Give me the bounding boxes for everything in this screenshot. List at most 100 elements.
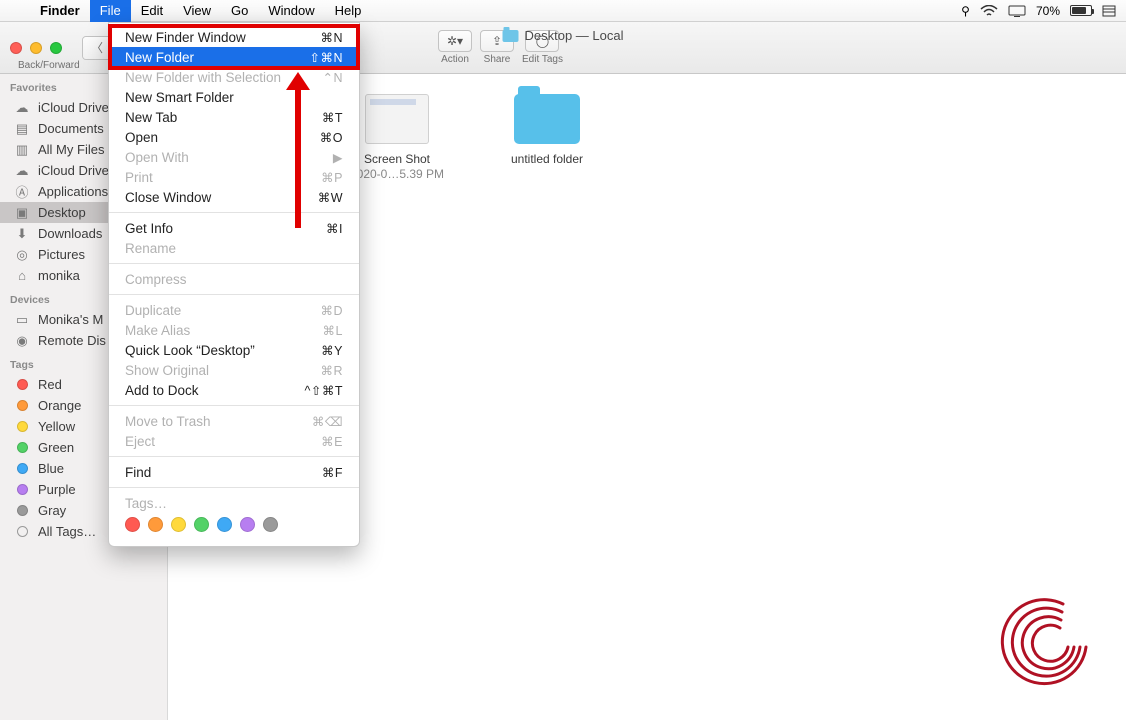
menu-help[interactable]: Help <box>325 0 372 22</box>
menubar-status: ⚲ 70% <box>961 4 1126 18</box>
menu-item-open[interactable]: Open ⌘O <box>109 127 359 147</box>
fullscreen-button[interactable] <box>50 42 62 54</box>
menu-item-find[interactable]: Find ⌘F <box>109 462 359 482</box>
sidebar-item-label: Red <box>38 377 62 392</box>
apps-icon: Ⓐ <box>14 185 30 199</box>
laptop-icon: ▭ <box>14 313 30 327</box>
files-icon: ▥ <box>14 143 30 157</box>
menu-item-shortcut: ⌘T <box>322 110 343 125</box>
menu-item-add-to-dock[interactable]: Add to Dock^⇧⌘T <box>109 380 359 400</box>
window-title-text: Desktop — Local <box>525 28 624 43</box>
sidebar-item-label: iCloud Drive <box>38 100 109 115</box>
minimize-button[interactable] <box>30 42 42 54</box>
sidebar-item-label: Green <box>38 440 74 455</box>
sidebar-item-label: Monika's M <box>38 312 103 327</box>
menu-item-label: Make Alias <box>125 323 190 338</box>
battery-icon[interactable] <box>1070 5 1092 16</box>
menu-item-label: Move to Trash <box>125 414 211 429</box>
wifi-icon[interactable] <box>980 5 998 17</box>
annotation-highlight-box <box>108 24 360 70</box>
sidebar-item-label: Downloads <box>38 226 102 241</box>
menu-item-label: Tags… <box>125 496 167 511</box>
tag-color[interactable] <box>171 517 186 532</box>
sidebar-item-label: All My Files <box>38 142 104 157</box>
tag-dot-icon <box>14 399 30 413</box>
action-label: Action <box>441 54 469 65</box>
app-name[interactable]: Finder <box>30 3 90 18</box>
sidebar-item-label: Documents <box>38 121 104 136</box>
tag-dot-icon <box>14 420 30 434</box>
sidebar-item-label: Pictures <box>38 247 85 262</box>
menu-item-label: Eject <box>125 434 155 449</box>
tag-color[interactable] <box>148 517 163 532</box>
menu-item-shortcut: ⌘I <box>326 221 343 236</box>
menu-item-label: Duplicate <box>125 303 181 318</box>
menu-item-label: Quick Look “Desktop” <box>125 343 255 358</box>
pic-icon: ◎ <box>14 248 30 262</box>
menu-view[interactable]: View <box>173 0 221 22</box>
sidebar-item-label: Yellow <box>38 419 75 434</box>
sidebar-item-label: Blue <box>38 461 64 476</box>
menu-window[interactable]: Window <box>258 0 324 22</box>
sidebar-item-label: Applications <box>38 184 108 199</box>
tag-color[interactable] <box>240 517 255 532</box>
menu-item-new-tab[interactable]: New Tab⌘T <box>109 107 359 127</box>
menu-item-get-info[interactable]: Get Info ⌘I <box>109 218 359 238</box>
cloud-icon: ☁︎ <box>14 101 30 115</box>
menu-item-duplicate: Duplicate ⌘D <box>109 300 359 320</box>
display-icon[interactable] <box>1008 5 1026 17</box>
menu-item-show-original: Show Original ⌘R <box>109 360 359 380</box>
menu-item-label: Find <box>125 465 151 480</box>
file-menu-dropdown: New Finder Window⌘NNew Folder⇧⌘NNew Fold… <box>108 22 360 547</box>
menu-item-make-alias: Make Alias⌘L <box>109 320 359 340</box>
folder-icon <box>503 30 519 42</box>
menu-item-shortcut: ⌘Y <box>321 343 343 358</box>
menu-item-new-smart-folder[interactable]: New Smart Folder <box>109 87 359 107</box>
menu-item-eject: Eject⌘E <box>109 431 359 451</box>
window-title: Desktop — Local <box>503 28 624 43</box>
nav-label: Back/Forward <box>18 60 80 71</box>
tag-dot-icon <box>14 483 30 497</box>
menu-item-shortcut: ⌘F <box>322 465 343 480</box>
file-item[interactable]: untitled folder <box>492 94 602 167</box>
battery-percent: 70% <box>1036 4 1060 18</box>
menu-item-tags-: Tags… <box>109 493 359 513</box>
menu-file[interactable]: File <box>90 0 131 22</box>
system-menubar: Finder FileEditViewGoWindowHelp ⚲ 70% <box>0 0 1126 22</box>
menu-item-label: Get Info <box>125 221 173 236</box>
menu-edit[interactable]: Edit <box>131 0 173 22</box>
tag-dot-icon <box>14 525 30 539</box>
bluetooth-icon[interactable]: ⚲ <box>961 4 970 18</box>
back-button[interactable]: 〈 <box>83 37 111 59</box>
close-button[interactable] <box>10 42 22 54</box>
menu-item-compress: Compress <box>109 269 359 289</box>
action-button[interactable]: ✲▾ <box>438 30 472 52</box>
watermark-logo <box>998 592 1098 692</box>
down-icon: ⬇︎ <box>14 227 30 241</box>
menu-item-shortcut: ^⇧⌘T <box>305 383 343 398</box>
menu-item-close-window[interactable]: Close Window⌘W <box>109 187 359 207</box>
menu-item-label: Show Original <box>125 363 209 378</box>
menu-item-label: Open With <box>125 150 189 165</box>
menu-go[interactable]: Go <box>221 0 258 22</box>
edit-tags-label: Edit Tags <box>522 54 563 65</box>
tag-color[interactable] <box>194 517 209 532</box>
menu-item-rename: Rename <box>109 238 359 258</box>
menu-item-shortcut: ⌘R <box>320 363 343 378</box>
share-label: Share <box>484 54 511 65</box>
menu-item-open-with: Open With▶ <box>109 147 359 167</box>
menu-item-shortcut: ⌘D <box>320 303 343 318</box>
tag-color[interactable] <box>263 517 278 532</box>
tag-color[interactable] <box>125 517 140 532</box>
sidebar-item-label: Purple <box>38 482 76 497</box>
menu-item-shortcut: ⌘W <box>318 190 343 205</box>
menu-item-label: New Smart Folder <box>125 90 234 105</box>
menu-item-quick-look-desktop-[interactable]: Quick Look “Desktop” ⌘Y <box>109 340 359 360</box>
menu-item-shortcut: ⌘O <box>320 130 343 145</box>
control-icon[interactable] <box>1102 5 1116 17</box>
menu-item-label: Open <box>125 130 158 145</box>
tag-color[interactable] <box>217 517 232 532</box>
sidebar-item-label: Remote Dis <box>38 333 106 348</box>
menu-item-label: Print <box>125 170 153 185</box>
doc-icon: ▤ <box>14 122 30 136</box>
